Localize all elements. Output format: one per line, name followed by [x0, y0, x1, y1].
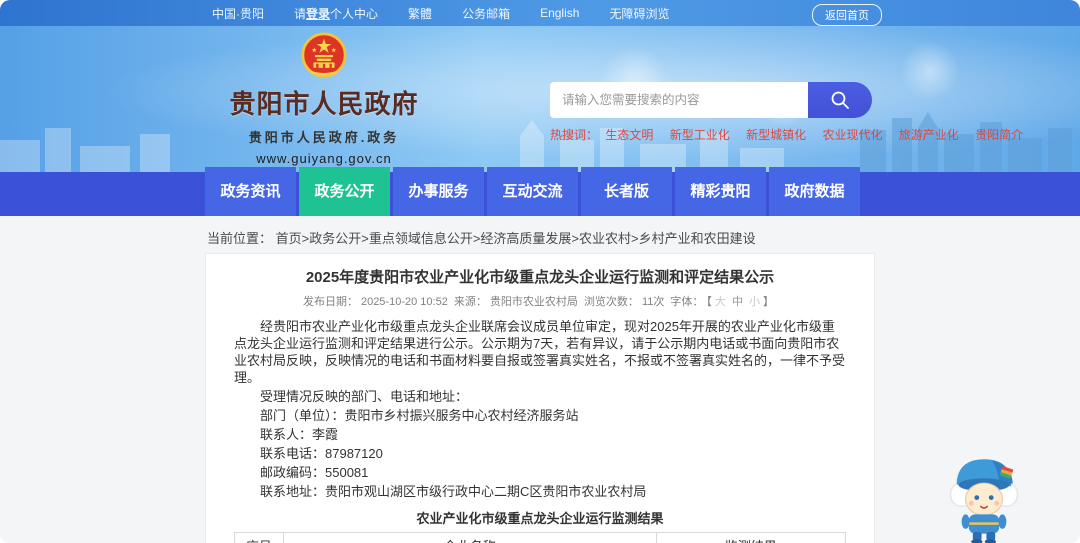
hot-search-term[interactable]: 贵阳简介	[975, 128, 1023, 142]
national-emblem-icon	[301, 32, 347, 78]
breadcrumb-path[interactable]: 首页>政务公开>重点领域信息公开>经济高质量发展>农业农村>乡村产业和农田建设	[276, 231, 756, 246]
accessibility-link[interactable]: 无障碍浏览	[609, 5, 669, 22]
publish-date: 2025-10-20 10:52	[360, 296, 448, 308]
nav-tab-jingcai-guiyang[interactable]: 精彩贵阳	[675, 167, 766, 216]
bokeh-decoration	[900, 41, 960, 101]
region-link[interactable]: 中国·贵阳	[212, 5, 264, 22]
english-link[interactable]: English	[540, 6, 579, 20]
paragraph-postal-code: 邮政编码：550081	[260, 465, 369, 480]
nav-tab-zhengwu-zixun[interactable]: 政务资讯	[205, 167, 296, 216]
return-home-button[interactable]: 返回首页	[812, 4, 882, 26]
hot-search-term[interactable]: 新型城镇化	[746, 128, 806, 142]
source-value: 贵阳市农业农村局	[489, 296, 578, 308]
site-url: www.guiyang.gov.cn	[256, 151, 392, 166]
site-logo[interactable]: 贵阳市人民政府 贵阳市人民政府.政务 www.guiyang.gov.cn	[224, 32, 424, 166]
top-utility-bar: 中国·贵阳 请登录个人中心 繁體 公务邮箱 English 无障碍浏览 返回首页	[0, 0, 1080, 26]
breadcrumb: 当前位置： 首页>政务公开>重点领域信息公开>经济高质量发展>农业农村>乡村产业…	[0, 216, 1080, 247]
paragraph-department: 部门（单位）：贵阳市乡村振兴服务中心农村经济服务站	[260, 408, 579, 423]
mascot-assistant[interactable]	[944, 448, 1024, 543]
login-suffix: 个人中心	[330, 6, 379, 21]
views-value: 11次	[641, 296, 665, 308]
site-name: 贵阳市人民政府	[229, 89, 419, 119]
views-label: 浏览次数：	[583, 296, 639, 308]
mascot-icon	[949, 459, 1019, 543]
main-navigation: 政务资讯 政务公开 办事服务 互动交流 长者版 精彩贵阳 政府数据	[0, 167, 1080, 216]
table-header-row: 序号 企业名称 监测结果	[234, 532, 847, 543]
nav-tab-banshi-fuwu[interactable]: 办事服务	[393, 167, 484, 216]
login-bold: 登录	[306, 6, 331, 21]
nav-tab-hudong-jiaoliu[interactable]: 互动交流	[487, 167, 578, 216]
paragraph: 受理情况反映的部门、电话和地址：	[260, 389, 469, 404]
article-body: 经贵阳市农业产业化市级重点龙头企业联席会议成员单位审定，现对2025年开展的农业…	[234, 318, 846, 500]
banner-header: 贵阳市人民政府 贵阳市人民政府.政务 www.guiyang.gov.cn 热搜…	[0, 26, 1080, 172]
hot-search-term[interactable]: 农业现代化	[822, 128, 882, 142]
paragraph-contact-person: 联系人：李霞	[260, 427, 339, 442]
search-box	[550, 82, 886, 118]
monitoring-result-table: 序号 企业名称 监测结果 1 贵州合力超市采购有限公司 合格 2 贵州友禾种业有…	[234, 532, 847, 543]
article-card: 2025年度贵阳市农业产业化市级重点龙头企业运行监测和评定结果公示 发布日期： 2…	[205, 253, 875, 543]
hot-search-term[interactable]: 生态文明	[605, 128, 653, 142]
header-cell-company: 企业名称	[282, 532, 657, 543]
search-input[interactable]	[550, 82, 808, 118]
nav-tab-zhengfu-shuju[interactable]: 政府数据	[769, 167, 860, 216]
traditional-chinese-link[interactable]: 繁體	[408, 5, 432, 22]
header-cell-result: 监测结果	[655, 532, 847, 543]
publish-date-label: 发布日期：	[302, 296, 358, 308]
search-area: 热搜词： 生态文明 新型工业化 新型城镇化 农业现代化 旅游产业化 贵阳简介	[550, 82, 1023, 143]
result-table-title: 农业产业化市级重点龙头企业运行监测结果	[416, 511, 664, 526]
paragraph-address: 联系地址：贵阳市观山湖区市级行政中心二期C区贵阳市农业农村局	[260, 484, 647, 499]
bracket: 【	[706, 296, 712, 308]
hot-search-label: 热搜词：	[550, 128, 599, 142]
font-size-small-button[interactable]: 小	[749, 296, 760, 308]
site-subtitle: 贵阳市人民政府.政务	[248, 130, 400, 145]
government-portal-page: 中国·贵阳 请登录个人中心 繁體 公务邮箱 English 无障碍浏览 返回首页	[0, 0, 1080, 543]
nav-tab-zhengwu-gongkai[interactable]: 政务公开	[299, 167, 390, 216]
content-area: 当前位置： 首页>政务公开>重点领域信息公开>经济高质量发展>农业农村>乡村产业…	[0, 216, 1080, 543]
nav-tabs: 政务资讯 政务公开 办事服务 互动交流 长者版 精彩贵阳 政府数据	[205, 167, 860, 216]
source-label: 来源：	[453, 296, 487, 308]
nav-tab-zhangzhe-ban[interactable]: 长者版	[581, 167, 672, 216]
hot-search-term[interactable]: 旅游产业化	[899, 128, 959, 142]
font-size-large-button[interactable]: 大	[715, 296, 726, 308]
official-mail-link[interactable]: 公务邮箱	[462, 5, 510, 22]
hot-search-term[interactable]: 新型工业化	[670, 128, 730, 142]
bracket: 】	[763, 296, 775, 308]
font-size-medium-button[interactable]: 中	[732, 296, 743, 308]
article-title: 2025年度贵阳市农业产业化市级重点龙头企业运行监测和评定结果公示	[305, 269, 775, 286]
hot-search-row: 热搜词： 生态文明 新型工业化 新型城镇化 农业现代化 旅游产业化 贵阳简介	[550, 126, 1023, 143]
paragraph-contact-phone: 联系电话：87987120	[260, 446, 383, 461]
paragraph: 经贵阳市农业产业化市级重点龙头企业联席会议成员单位审定，现对2025年开展的农业…	[234, 319, 846, 385]
font-size-label: 字体：	[670, 296, 704, 308]
breadcrumb-label: 当前位置：	[207, 231, 273, 246]
login-personal-center-link[interactable]: 请登录个人中心	[294, 5, 378, 22]
search-button[interactable]	[808, 82, 872, 118]
search-icon	[831, 91, 849, 109]
header-cell-no: 序号	[234, 532, 284, 543]
article-meta: 发布日期： 2025-10-20 10:52 来源： 贵阳市农业农村局 浏览次数： 1…	[234, 293, 846, 309]
login-prefix: 请	[294, 6, 307, 21]
